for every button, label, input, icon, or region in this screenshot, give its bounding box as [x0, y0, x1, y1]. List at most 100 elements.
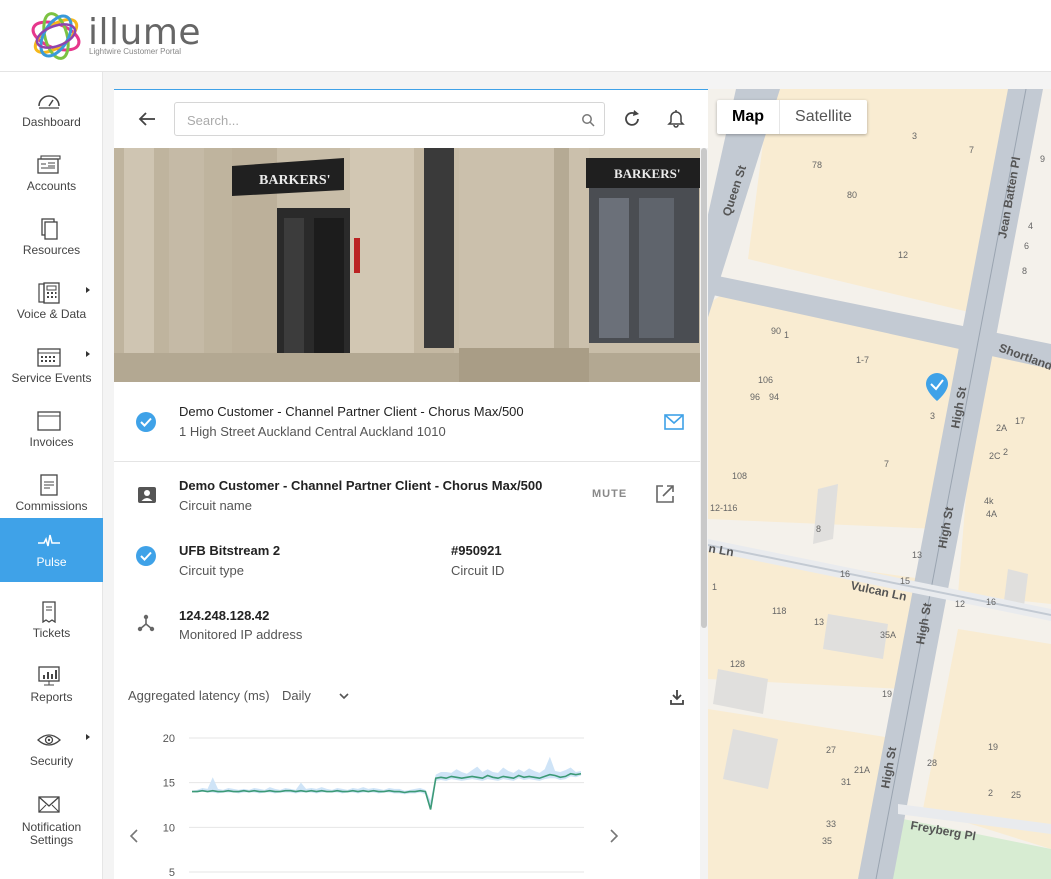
- panel-scrollbar[interactable]: [700, 148, 708, 879]
- storefront-sign-text-2: BARKERS': [614, 166, 680, 181]
- sidebar-item-security[interactable]: Security: [0, 717, 103, 781]
- notification-bell-icon[interactable]: [666, 108, 686, 128]
- ticket-icon: [42, 601, 56, 623]
- sidebar-item-tickets[interactable]: Tickets: [0, 589, 103, 653]
- map-address-number: 2: [988, 788, 993, 798]
- map-address-number: 80: [847, 190, 857, 200]
- map-address-number: 16: [840, 569, 850, 579]
- latency-chart: 20 15 10 5: [163, 733, 584, 879]
- map-tab-satellite[interactable]: Satellite: [779, 100, 867, 134]
- contact-card-icon: [138, 487, 156, 503]
- security-eye-icon: [37, 734, 61, 746]
- sidebar-item-accounts[interactable]: Accounts: [0, 142, 103, 206]
- map-address-number: 128: [730, 659, 745, 669]
- sidebar-item-commissions[interactable]: Commissions: [0, 462, 103, 526]
- refresh-icon[interactable]: [622, 109, 642, 129]
- sidebar-item-pulse[interactable]: Pulse: [0, 518, 103, 582]
- illume-logo-mark: [31, 12, 81, 60]
- brand-tagline: Lightwire Customer Portal: [89, 47, 182, 56]
- y-tick-label: 5: [169, 867, 175, 879]
- chevron-down-icon: [339, 693, 349, 700]
- calendar-icon: [37, 348, 61, 367]
- sidebar-item-dashboard[interactable]: Dashboard: [0, 78, 103, 142]
- sidebar-item-service-events[interactable]: Service Events: [0, 334, 103, 398]
- sidebar-item-label: Notification Settings: [21, 820, 82, 847]
- download-icon[interactable]: [669, 688, 685, 706]
- expand-caret-icon: [86, 734, 90, 740]
- sidebar-item-label: Commissions: [15, 499, 88, 513]
- map-address-number: 8: [816, 524, 821, 534]
- sidebar-item-label: Pulse: [36, 555, 67, 569]
- chart-title: Aggregated latency (ms): [128, 688, 270, 703]
- sidebar-item-label: Dashboard: [22, 115, 81, 129]
- sidebar-item-label: Service Events: [11, 371, 92, 385]
- map-address-number: 1: [712, 582, 717, 592]
- search-input[interactable]: [187, 110, 567, 130]
- expand-caret-icon: [86, 351, 90, 357]
- map-address-number: 90: [771, 326, 781, 336]
- map-address-number: 35A: [880, 630, 896, 640]
- map-tab-map[interactable]: Map: [717, 100, 779, 134]
- y-tick-label: 20: [163, 733, 175, 745]
- sidebar-item-reports[interactable]: Reports: [0, 653, 103, 717]
- period-select[interactable]: Daily: [282, 688, 354, 706]
- y-tick-label: 10: [163, 822, 175, 834]
- illume-logo[interactable]: illume Lightwire Customer Portal: [28, 8, 201, 64]
- sidebar-item-resources[interactable]: Resources: [0, 206, 103, 270]
- map-address-number: 15: [900, 576, 910, 586]
- chart-next-chevron-icon[interactable]: [608, 828, 620, 844]
- period-select-value: Daily: [282, 688, 311, 703]
- network-hub-icon: [137, 614, 155, 632]
- map-address-number: 2A: [996, 423, 1007, 433]
- monitored-ip-label: Monitored IP address: [179, 627, 303, 642]
- storefront-sign-text: BARKERS': [259, 173, 331, 188]
- map-address-number: 19: [882, 689, 892, 699]
- map-address-number: 25: [1011, 790, 1021, 800]
- sidebar-item-label: Tickets: [32, 626, 71, 640]
- circuit-type-label: Circuit type: [179, 563, 245, 578]
- map-type-toggle: Map Satellite: [717, 100, 867, 134]
- status-ok-icon: [136, 412, 156, 432]
- back-arrow-icon[interactable]: [136, 108, 158, 130]
- map-address-number: 28: [927, 758, 937, 768]
- chart-prev-chevron-icon[interactable]: [128, 828, 140, 844]
- search-icon[interactable]: [581, 113, 595, 127]
- map-address-number: 33: [826, 819, 836, 829]
- scrollbar-thumb[interactable]: [701, 148, 707, 628]
- monitored-ip: 124.248.128.42: [179, 608, 270, 623]
- email-icon[interactable]: [664, 414, 684, 430]
- map-address-number: 12-116: [710, 503, 737, 513]
- sidebar-item-label: Accounts: [26, 179, 77, 193]
- map-canvas[interactable]: Queen St Jean Batten PlShortlandHigh StHi…: [708, 89, 1051, 879]
- map-address-number: 16: [986, 597, 996, 607]
- map-address-number: 108: [732, 471, 747, 481]
- site-detail-panel: BARKERS' BARKERS' Demo Customer - Channe…: [114, 89, 708, 879]
- circuit-id: #950921: [451, 543, 502, 558]
- sidebar-item-notification-settings[interactable]: Notification Settings: [0, 781, 103, 847]
- map-address-number: 3: [912, 131, 917, 141]
- mute-button[interactable]: MUTE: [592, 488, 627, 500]
- map-address-number: 6: [1024, 241, 1029, 251]
- sidebar-item-voice-data[interactable]: Voice & Data: [0, 270, 103, 334]
- map-address-number: 27: [826, 745, 836, 755]
- reports-chart-icon: [38, 666, 60, 686]
- commissions-document-icon: [40, 474, 58, 496]
- dashboard-gauge-icon: [38, 95, 60, 109]
- voice-data-icon: [38, 282, 60, 304]
- map-address-number: 2: [1003, 447, 1008, 457]
- map-address-number: 19: [988, 742, 998, 752]
- map-view[interactable]: Queen St Jean Batten Pl Shortland High St Hi…: [708, 89, 1051, 879]
- accounts-icon: [37, 155, 61, 174]
- circuit-type: UFB Bitstream 2: [179, 543, 281, 558]
- map-address-number: 13: [814, 617, 824, 627]
- sidebar-item-label: Security: [29, 754, 74, 768]
- open-external-icon[interactable]: [655, 484, 675, 504]
- invoices-icon: [37, 411, 61, 431]
- map-address-number: 4k: [984, 496, 994, 506]
- map-address-number: 4: [1028, 221, 1033, 231]
- map-address-number: 3: [930, 411, 935, 421]
- app-header: illume Lightwire Customer Portal: [0, 0, 1051, 72]
- location-address: 1 High Street Auckland Central Auckland …: [179, 424, 446, 439]
- sidebar-item-invoices[interactable]: Invoices: [0, 398, 103, 462]
- map-address-number: 31: [841, 777, 851, 787]
